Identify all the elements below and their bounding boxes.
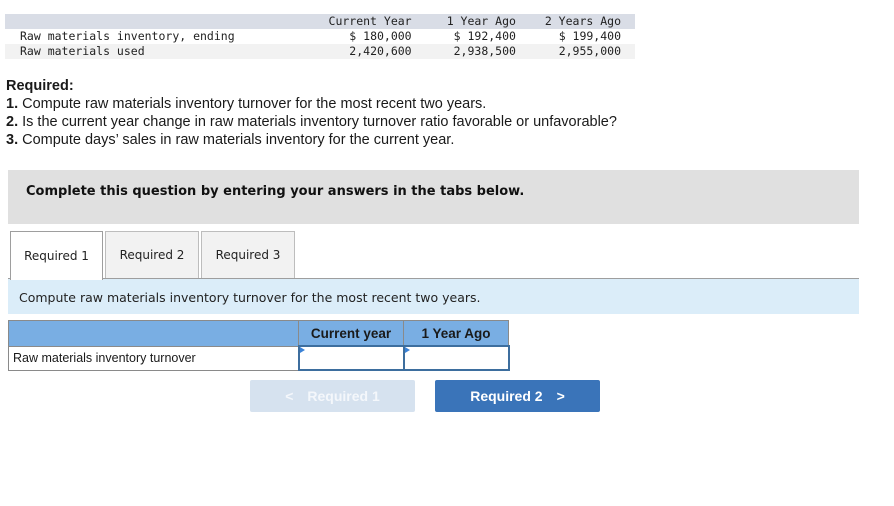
header-current-year: Current Year bbox=[328, 14, 412, 28]
prompt-text: Compute raw materials inventory turnover… bbox=[19, 290, 481, 305]
tab-required-1[interactable]: Required 1 bbox=[10, 231, 103, 280]
header-current-year: Current year bbox=[298, 320, 404, 347]
prev-required-button[interactable]: < Required 1 bbox=[250, 380, 415, 412]
given-data-header-row: Current Year 1 Year Ago 2 Years Ago bbox=[5, 14, 635, 29]
header-1-year-ago: 1 Year Ago bbox=[403, 320, 509, 347]
answer-cell-1-year-ago bbox=[402, 345, 510, 371]
next-required-button[interactable]: Required 2 > bbox=[435, 380, 600, 412]
table-row: Raw materials inventory turnover bbox=[8, 345, 510, 371]
table-row: Raw materials used 2,420,600 2,938,500 2… bbox=[5, 44, 635, 59]
tab-bar: Required 1 Required 2 Required 3 bbox=[10, 231, 297, 280]
row-label: Raw materials used bbox=[20, 44, 145, 58]
cell-value: $ 199,400 bbox=[558, 29, 621, 43]
table-row: Raw materials inventory, ending $ 180,00… bbox=[5, 29, 635, 44]
header-blank bbox=[5, 14, 312, 29]
input-flag-icon bbox=[404, 347, 410, 353]
cell-value: 2,420,600 bbox=[349, 44, 412, 58]
turnover-current-year-input[interactable] bbox=[299, 347, 403, 369]
answer-table: Current year 1 Year Ago Raw materials in… bbox=[8, 320, 510, 371]
turnover-1-year-ago-input[interactable] bbox=[404, 347, 508, 369]
cell-value: 2,938,500 bbox=[453, 44, 516, 58]
item-number: 2. bbox=[6, 114, 19, 130]
item-number: 3. bbox=[6, 132, 19, 148]
prompt-bar: Compute raw materials inventory turnover… bbox=[8, 279, 859, 314]
answer-header-row: Current year 1 Year Ago bbox=[8, 320, 509, 347]
chevron-left-icon: < bbox=[285, 388, 294, 404]
item-text: Compute raw materials inventory turnover… bbox=[18, 96, 487, 112]
required-item-2: 2. Is the current year change in raw mat… bbox=[6, 113, 617, 131]
tab-required-3[interactable]: Required 3 bbox=[201, 231, 295, 278]
item-number: 1. bbox=[6, 96, 19, 112]
row-label: Raw materials inventory turnover bbox=[8, 345, 299, 371]
item-text: Compute days’ sales in raw materials inv… bbox=[18, 132, 455, 148]
required-item-3: 3. Compute days’ sales in raw materials … bbox=[6, 131, 617, 149]
instruction-box: Complete this question by entering your … bbox=[8, 170, 859, 224]
cell-value: $ 192,400 bbox=[453, 29, 516, 43]
header-1-year-ago: 1 Year Ago bbox=[446, 14, 516, 28]
cell-value: $ 180,000 bbox=[349, 29, 412, 43]
chevron-right-icon: > bbox=[556, 388, 565, 404]
prev-button-label: Required 1 bbox=[307, 388, 380, 404]
answer-cell-current-year bbox=[297, 345, 405, 371]
tab-required-2[interactable]: Required 2 bbox=[105, 231, 199, 278]
input-flag-icon bbox=[299, 347, 305, 353]
instruction-text: Complete this question by entering your … bbox=[26, 184, 525, 199]
required-heading: Required: bbox=[6, 78, 74, 94]
required-item-1: 1. Compute raw materials inventory turno… bbox=[6, 95, 617, 113]
header-2-years-ago: 2 Years Ago bbox=[544, 14, 621, 28]
cell-value: 2,955,000 bbox=[558, 44, 621, 58]
next-button-label: Required 2 bbox=[470, 388, 543, 404]
required-section: Required: 1. Compute raw materials inven… bbox=[6, 77, 617, 149]
header-blank bbox=[8, 320, 299, 347]
given-data-table: Current Year 1 Year Ago 2 Years Ago Raw … bbox=[5, 14, 635, 59]
item-text: Is the current year change in raw materi… bbox=[18, 114, 617, 130]
row-label: Raw materials inventory, ending bbox=[20, 29, 235, 43]
